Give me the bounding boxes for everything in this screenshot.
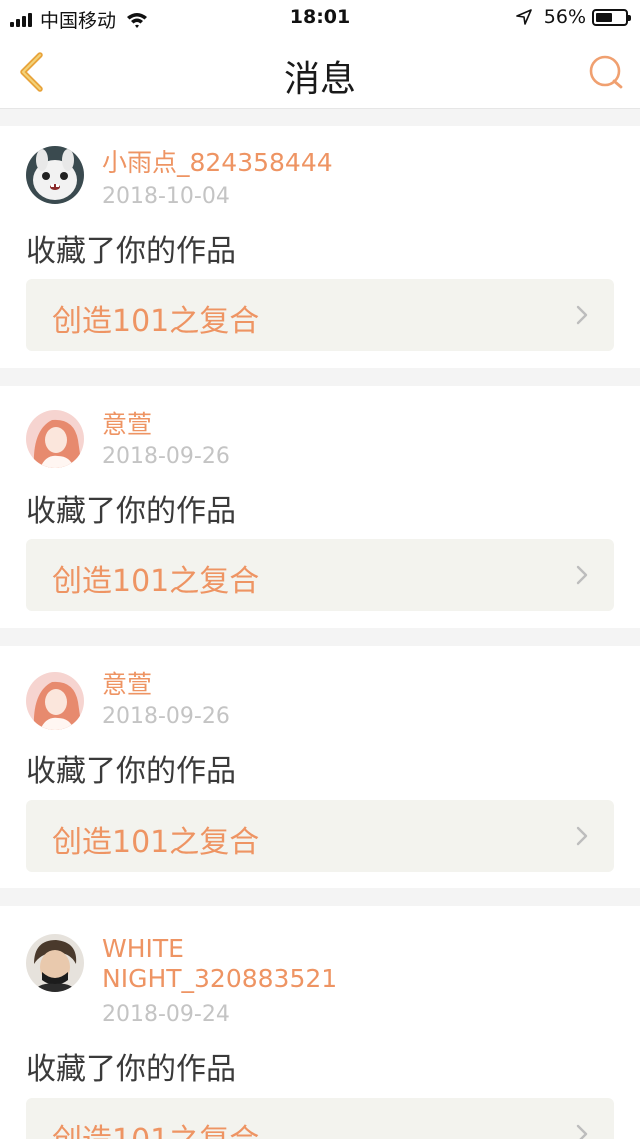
message-card: WHITE NIGHT_320883521 2018-09-24 收藏了你的作品… <box>0 906 640 1139</box>
work-title: 创造101之复合 <box>52 825 260 860</box>
messages-page: 中国移动 18:01 56% 消息 小雨点_824358444 2018-10-… <box>0 0 640 1139</box>
message-date: 2018-10-04 <box>102 184 230 209</box>
message-date: 2018-09-26 <box>102 444 230 469</box>
username[interactable]: 小雨点_824358444 <box>102 148 582 178</box>
username[interactable]: 意萱 <box>102 410 582 440</box>
action-text: 收藏了你的作品 <box>26 754 236 789</box>
message-date: 2018-09-24 <box>102 1002 230 1027</box>
message-card: 小雨点_824358444 2018-10-04 收藏了你的作品 创造101之复… <box>0 126 640 368</box>
username[interactable]: WHITE NIGHT_320883521 <box>102 934 362 994</box>
battery-fill <box>596 12 612 22</box>
page-title: 消息 <box>283 59 356 100</box>
work-title: 创造101之复合 <box>52 1115 259 1139</box>
work-title: 创造101之复合 <box>52 564 260 599</box>
action-text: 收藏了你的作品 <box>26 234 236 269</box>
chevron-right-icon <box>576 826 588 846</box>
battery-percent: 56% <box>543 6 586 28</box>
boy-avatar-icon[interactable] <box>26 934 84 992</box>
message-card: 意萱 2018-09-26 收藏了你的作品 创造101之复合 <box>0 646 640 888</box>
status-right: 56% <box>515 6 631 28</box>
work-link[interactable]: 创造101之复合 <box>26 1098 614 1139</box>
action-text: 收藏了你的作品 <box>26 1052 236 1087</box>
action-text: 收藏了你的作品 <box>26 494 236 529</box>
username[interactable]: 意萱 <box>102 670 582 700</box>
work-link[interactable]: 创造101之复合 <box>26 800 614 872</box>
chevron-right-icon <box>576 305 588 325</box>
nav-bar: 消息 <box>0 36 640 109</box>
search-icon[interactable] <box>586 52 626 92</box>
location-arrow-icon <box>515 9 532 25</box>
battery-icon <box>592 8 631 26</box>
work-link[interactable]: 创造101之复合 <box>26 279 614 351</box>
message-date: 2018-09-26 <box>102 704 230 729</box>
message-card: 意萱 2018-09-26 收藏了你的作品 创造101之复合 <box>0 386 640 628</box>
work-link[interactable]: 创造101之复合 <box>26 539 614 611</box>
chevron-right-icon <box>576 1124 588 1139</box>
girl-avatar-icon[interactable] <box>26 672 84 730</box>
battery-cap <box>628 14 631 21</box>
bunny-avatar-icon[interactable] <box>26 146 84 204</box>
work-title: 创造101之复合 <box>52 304 260 339</box>
chevron-right-icon <box>576 565 588 585</box>
girl-avatar-icon[interactable] <box>26 410 84 468</box>
status-bar: 中国移动 18:01 56% <box>0 0 640 36</box>
